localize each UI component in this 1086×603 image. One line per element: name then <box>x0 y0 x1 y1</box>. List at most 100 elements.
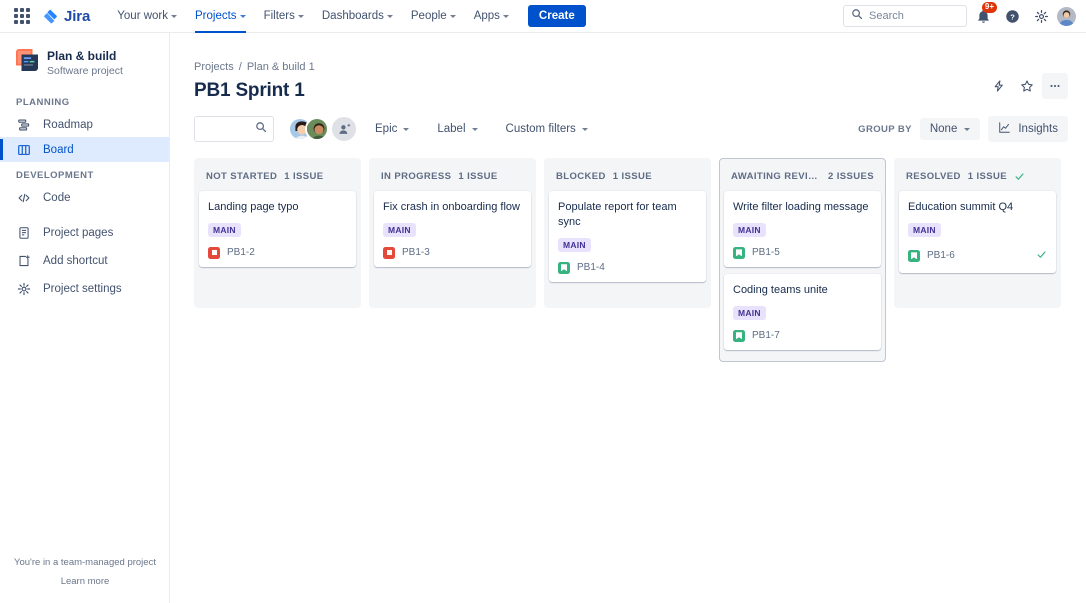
issue-card[interactable]: Fix crash in onboarding flow MAIN PB1-3 <box>374 191 531 267</box>
filter-label: Epic <box>375 123 397 135</box>
sidebar-item-code[interactable]: Code <box>0 185 169 210</box>
story-type-icon <box>908 250 920 262</box>
nav-label: Filters <box>264 10 295 22</box>
board-column-blocked: BLOCKED 1 ISSUE Populate report for team… <box>544 158 711 308</box>
breadcrumb-separator: / <box>239 61 242 73</box>
svg-text:?: ? <box>1010 12 1015 21</box>
chevron-down-icon <box>387 15 393 18</box>
global-search-box[interactable] <box>843 5 967 27</box>
project-header[interactable]: Plan & build Software project <box>0 33 169 89</box>
jira-wordmark: Jira <box>64 8 90 25</box>
board-search-box[interactable] <box>194 116 274 142</box>
gear-icon <box>16 281 32 297</box>
create-button[interactable]: Create <box>528 5 586 27</box>
column-header: AWAITING REVIEW/T... 2 ISSUES <box>724 163 881 191</box>
automation-icon[interactable] <box>986 73 1012 99</box>
board-header-actions <box>986 73 1068 99</box>
global-search-input[interactable] <box>869 10 959 22</box>
sidebar-item-roadmap[interactable]: Roadmap <box>0 112 169 137</box>
nav-item-apps[interactable]: Apps <box>465 0 518 33</box>
star-icon[interactable] <box>1014 73 1040 99</box>
issue-card[interactable]: Populate report for team sync MAIN PB1-4 <box>549 191 706 282</box>
issue-key[interactable]: PB1-5 <box>752 247 780 258</box>
issue-card[interactable]: Coding teams unite MAIN PB1-7 <box>724 274 881 350</box>
issue-key[interactable]: PB1-4 <box>577 262 605 273</box>
column-cards: Populate report for team sync MAIN PB1-4 <box>549 191 706 303</box>
group-by-dropdown[interactable]: None <box>920 118 981 140</box>
board-columns: NOT STARTED 1 ISSUE Landing page typo MA… <box>170 142 1086 362</box>
epic-tag[interactable]: MAIN <box>208 223 241 237</box>
issue-card-footer: PB1-2 <box>208 247 347 259</box>
breadcrumb-projects[interactable]: Projects <box>194 61 234 73</box>
epic-tag[interactable]: MAIN <box>558 238 591 252</box>
issue-card[interactable]: Education summit Q4 MAIN PB1-6 <box>899 191 1056 273</box>
sidebar-item-project-pages[interactable]: Project pages <box>0 219 169 247</box>
column-done-check-icon <box>1014 171 1025 182</box>
filter-epic[interactable]: Epic <box>366 118 418 140</box>
bug-type-icon <box>208 247 220 259</box>
filter-label[interactable]: Label <box>428 118 486 140</box>
nav-item-filters[interactable]: Filters <box>255 0 313 33</box>
sidebar-spacer <box>0 210 169 219</box>
board-search-input[interactable] <box>201 123 255 135</box>
issue-card[interactable]: Landing page typo MAIN PB1-2 <box>199 191 356 267</box>
chevron-down-icon <box>403 128 409 131</box>
nav-item-projects[interactable]: Projects <box>186 0 255 33</box>
help-icon[interactable]: ? <box>999 3 1025 29</box>
learn-more-link[interactable]: Learn more <box>0 576 170 587</box>
bug-type-icon <box>383 247 395 259</box>
sidebar-item-add-shortcut[interactable]: Add shortcut <box>0 247 169 275</box>
project-type: Software project <box>47 65 123 77</box>
column-title: IN PROGRESS <box>381 171 451 182</box>
global-nav-items: Your work Projects Filters Dashboards Pe… <box>108 0 585 33</box>
breadcrumb: Projects / Plan & build 1 <box>170 33 1086 73</box>
sidebar-item-label: Roadmap <box>43 119 93 131</box>
column-count: 1 ISSUE <box>458 171 497 182</box>
epic-tag[interactable]: MAIN <box>733 223 766 237</box>
global-navigation-bar: Jira Your work Projects Filters Dashboar… <box>0 0 1086 33</box>
notifications-button[interactable]: 9+ <box>970 3 996 29</box>
issue-title: Fix crash in onboarding flow <box>383 200 522 215</box>
breadcrumb-project[interactable]: Plan & build 1 <box>247 61 315 73</box>
issue-card-footer: PB1-4 <box>558 262 697 274</box>
chevron-down-icon <box>964 128 970 131</box>
chevron-down-icon <box>582 128 588 131</box>
issue-key[interactable]: PB1-2 <box>227 247 255 258</box>
issue-card-footer: PB1-7 <box>733 330 872 342</box>
project-avatar-icon <box>16 49 38 71</box>
group-by-value: None <box>930 123 958 135</box>
jira-home-link[interactable]: Jira <box>42 8 90 25</box>
column-count: 1 ISSUE <box>284 171 323 182</box>
settings-gear-icon[interactable] <box>1028 3 1054 29</box>
nav-item-people[interactable]: People <box>402 0 465 33</box>
epic-tag[interactable]: MAIN <box>908 223 941 237</box>
avatar[interactable] <box>305 117 329 141</box>
nav-label: Dashboards <box>322 10 384 22</box>
user-avatar[interactable] <box>1057 7 1076 26</box>
board-content: Projects / Plan & build 1 PB1 Sprint 1 <box>170 33 1086 603</box>
add-people-button[interactable] <box>332 117 356 141</box>
filter-custom[interactable]: Custom filters <box>497 118 597 140</box>
insights-label: Insights <box>1018 123 1058 135</box>
issue-key[interactable]: PB1-7 <box>752 330 780 341</box>
column-count: 1 ISSUE <box>968 171 1007 182</box>
nav-item-your-work[interactable]: Your work <box>108 0 186 33</box>
board-icon <box>16 142 32 158</box>
column-cards: Fix crash in onboarding flow MAIN PB1-3 <box>374 191 531 303</box>
issue-card[interactable]: Write filter loading message MAIN PB1-5 <box>724 191 881 267</box>
more-icon[interactable] <box>1042 73 1068 99</box>
chevron-down-icon <box>472 128 478 131</box>
column-header: RESOLVED 1 ISSUE <box>899 163 1056 191</box>
epic-tag[interactable]: MAIN <box>383 223 416 237</box>
project-sidebar: Plan & build Software project PLANNING R… <box>0 33 170 603</box>
sidebar-item-project-settings[interactable]: Project settings <box>0 275 169 303</box>
epic-tag[interactable]: MAIN <box>733 306 766 320</box>
app-switcher-icon[interactable] <box>12 6 32 26</box>
filter-label: Custom filters <box>506 123 576 135</box>
insights-button[interactable]: Insights <box>988 116 1068 142</box>
sidebar-item-board[interactable]: Board <box>0 137 169 162</box>
issue-key[interactable]: PB1-6 <box>927 250 955 261</box>
column-count: 1 ISSUE <box>613 171 652 182</box>
nav-item-dashboards[interactable]: Dashboards <box>313 0 402 33</box>
issue-key[interactable]: PB1-3 <box>402 247 430 258</box>
